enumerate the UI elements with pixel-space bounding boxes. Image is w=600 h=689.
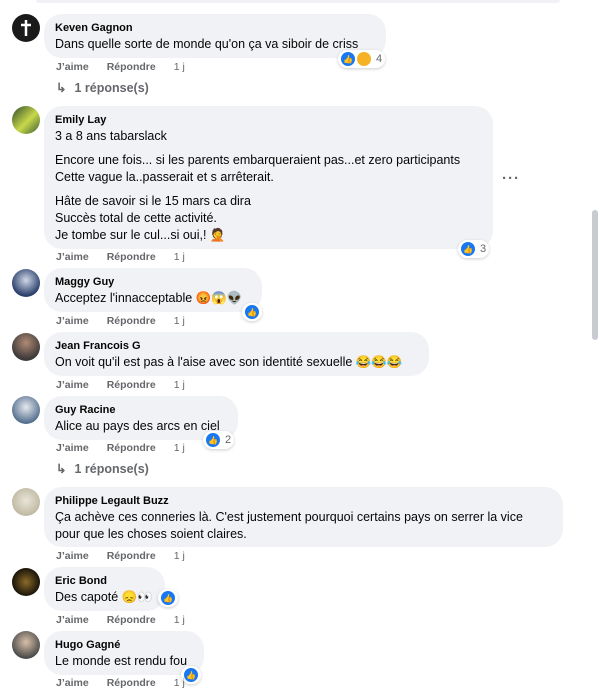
comment-actions: J’aime Répondre 1 j — [56, 315, 203, 327]
like-button[interactable]: J’aime — [56, 251, 89, 263]
cross-logo-icon — [21, 20, 31, 36]
comment-author[interactable]: Emily Lay — [55, 113, 481, 128]
like-icon: 👍 — [206, 433, 220, 447]
comment-time[interactable]: 1 j — [174, 251, 185, 263]
avatar[interactable] — [12, 631, 40, 659]
comment-author[interactable]: Hugo Gagné — [55, 638, 192, 653]
previous-comment-edge — [36, 0, 560, 3]
more-options-icon[interactable]: ··· — [502, 170, 520, 187]
avatar[interactable] — [12, 106, 40, 134]
comment-text: Le monde est rendu fou — [55, 654, 188, 668]
scrollbar-thumb[interactable] — [592, 210, 598, 340]
comment-actions: J’aime Répondre 1 j — [56, 379, 203, 391]
comment-bubble: Maggy Guy Acceptez l'innacceptable 😡😱👽 — [44, 268, 262, 312]
avatar[interactable] — [12, 269, 40, 297]
like-icon: 👍 — [161, 591, 175, 605]
comment-bubble: Philippe Legault Buzz Ça achève ces conn… — [44, 487, 563, 547]
comment-text: 3 a 8 ans tabarslack — [55, 129, 167, 143]
replies-label: 1 réponse(s) — [74, 81, 149, 95]
reaction-summary[interactable]: 👍 4 — [338, 50, 386, 68]
like-icon: 👍 — [245, 305, 259, 319]
comment-text: Alice au pays des arcs en ciel — [55, 419, 220, 433]
comment-actions: J’aime Répondre 1 j — [56, 251, 203, 263]
like-icon: 👍 — [461, 242, 475, 256]
like-button[interactable]: J’aime — [56, 550, 89, 562]
reply-button[interactable]: Répondre — [107, 61, 156, 73]
comment-time[interactable]: 1 j — [174, 315, 185, 327]
reaction-count: 2 — [225, 434, 232, 446]
reaction-summary[interactable]: 👍 3 — [458, 240, 490, 258]
like-button[interactable]: J’aime — [56, 614, 89, 626]
comment-text: On voit qu'il est pas à l'aise avec son … — [55, 355, 403, 369]
reply-button[interactable]: Répondre — [107, 251, 156, 263]
comment-text: Je tombe sur le cul...si oui,! 🤦 — [55, 228, 226, 242]
reply-button[interactable]: Répondre — [107, 550, 156, 562]
reaction-summary[interactable]: 👍 — [158, 589, 178, 607]
comment-time[interactable]: 1 j — [174, 550, 185, 562]
comment-text: Acceptez l'innacceptable 😡😱👽 — [55, 291, 243, 305]
avatar[interactable] — [12, 488, 40, 516]
comment-bubble: Jean Francois G On voit qu'il est pas à … — [44, 332, 429, 376]
comment-author[interactable]: Philippe Legault Buzz — [55, 494, 551, 509]
comment-time[interactable]: 1 j — [174, 677, 185, 689]
comment-author[interactable]: Keven Gagnon — [55, 21, 374, 36]
reply-arrow-icon: ↳ — [56, 81, 67, 95]
comment-text: Succès total de cette activité. — [55, 211, 217, 225]
reply-button[interactable]: Répondre — [107, 614, 156, 626]
avatar[interactable] — [12, 568, 40, 596]
comment-actions: J’aime Répondre 1 j — [56, 61, 203, 73]
view-replies-link[interactable]: ↳ 1 réponse(s) — [56, 461, 149, 476]
comment-bubble: Emily Lay 3 a 8 ans tabarslack Encore un… — [44, 106, 493, 249]
avatar[interactable] — [12, 333, 40, 361]
comment-time[interactable]: 1 j — [174, 61, 185, 73]
view-replies-link[interactable]: ↳ 1 réponse(s) — [56, 80, 149, 95]
reaction-count: 4 — [376, 53, 383, 65]
comment-text: Ça achève ces conneries là. C'est justem… — [55, 510, 523, 524]
comment-time[interactable]: 1 j — [174, 614, 185, 626]
like-button[interactable]: J’aime — [56, 315, 89, 327]
comment-text: Hâte de savoir si le 15 mars ca dira — [55, 194, 251, 208]
reaction-summary[interactable]: 👍 2 — [203, 431, 235, 449]
reaction-count: 3 — [480, 243, 487, 255]
like-button[interactable]: J’aime — [56, 61, 89, 73]
comment-text: pour que les choses soient claires. — [55, 527, 247, 541]
sad-icon — [357, 52, 371, 66]
reply-button[interactable]: Répondre — [107, 379, 156, 391]
comment-actions: J’aime Répondre 1 j — [56, 614, 203, 626]
comment-text: Dans quelle sorte de monde qu'on ça va s… — [55, 37, 359, 51]
reply-button[interactable]: Répondre — [107, 677, 156, 689]
comment-actions: J’aime Répondre 1 j — [56, 550, 203, 562]
comment-time[interactable]: 1 j — [174, 442, 185, 454]
comment-bubble: Keven Gagnon Dans quelle sorte de monde … — [44, 14, 386, 58]
comment-actions: J’aime Répondre 1 j — [56, 442, 203, 454]
replies-label: 1 réponse(s) — [74, 462, 149, 476]
like-button[interactable]: J’aime — [56, 379, 89, 391]
scrollbar-track[interactable] — [591, 0, 600, 684]
like-icon: 👍 — [341, 52, 355, 66]
comment-text: Des capoté 😞👀 — [55, 590, 153, 604]
comment-author[interactable]: Maggy Guy — [55, 275, 250, 290]
comment-author[interactable]: Eric Bond — [55, 574, 153, 589]
comment-author[interactable]: Guy Racine — [55, 403, 226, 418]
like-button[interactable]: J’aime — [56, 442, 89, 454]
reply-button[interactable]: Répondre — [107, 442, 156, 454]
reply-arrow-icon: ↳ — [56, 462, 67, 476]
reaction-summary[interactable]: 👍 — [242, 303, 262, 321]
comment-text: Encore une fois... si les parents embarq… — [55, 153, 461, 167]
like-button[interactable]: J’aime — [56, 677, 89, 689]
avatar[interactable] — [12, 14, 40, 42]
comment-time[interactable]: 1 j — [174, 379, 185, 391]
comment-author[interactable]: Jean Francois G — [55, 339, 417, 354]
comment-bubble: Hugo Gagné Le monde est rendu fou — [44, 631, 204, 675]
comment-text: Cette vague la..passerait et s arrêterai… — [55, 170, 274, 184]
comment-bubble: Eric Bond Des capoté 😞👀 — [44, 567, 165, 611]
reply-button[interactable]: Répondre — [107, 315, 156, 327]
comment-actions: J’aime Répondre 1 j — [56, 677, 203, 689]
avatar[interactable] — [12, 396, 40, 424]
